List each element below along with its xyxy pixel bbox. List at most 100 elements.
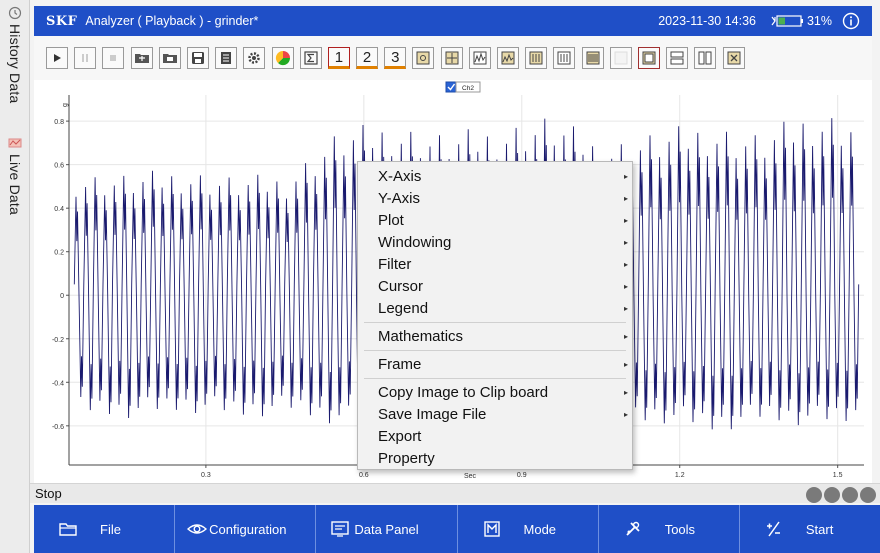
- menu-item-y-axis[interactable]: Y-Axis ▸: [358, 188, 632, 210]
- nav-start[interactable]: Start: [740, 505, 880, 553]
- save-button[interactable]: [186, 47, 209, 69]
- nav-tools[interactable]: Tools: [599, 505, 740, 553]
- nav-configuration-label: Configuration: [209, 521, 287, 537]
- menu-item-label: Property: [378, 450, 435, 467]
- menu-item-copy-image-to-clip-board[interactable]: Copy Image to Clip board ▸: [358, 382, 632, 404]
- tab-history-data[interactable]: History Data: [0, 0, 30, 130]
- menu-item-label: Frame: [378, 356, 422, 373]
- chart-legend[interactable]: Ch2: [445, 81, 481, 93]
- y-tick-label: 0.4: [54, 206, 64, 213]
- menu-item-windowing[interactable]: Windowing ▸: [358, 232, 632, 254]
- y-tick-label: 0.6: [54, 163, 64, 170]
- cursor-icon: [445, 51, 459, 65]
- spectrum2-icon: [501, 51, 515, 65]
- menu-item-label: Cursor: [378, 278, 424, 295]
- menu-item-label: X-Axis: [378, 168, 422, 185]
- menu-separator: [364, 322, 626, 323]
- nav-file-label: File: [100, 521, 121, 537]
- layout-3-button[interactable]: 3: [384, 47, 407, 69]
- blank-button[interactable]: [609, 47, 632, 69]
- layout-button[interactable]: [637, 47, 660, 69]
- status-bar: Stop: [30, 483, 880, 503]
- spectrum-button[interactable]: [468, 47, 491, 69]
- battery-indicator: 31%: [770, 14, 832, 28]
- menu-item-filter[interactable]: Filter ▸: [358, 254, 632, 276]
- status-indicator-1: [806, 487, 822, 503]
- sigma-button[interactable]: [299, 47, 322, 69]
- x-tick-label: 0.6: [359, 472, 369, 479]
- close-chart-button[interactable]: [722, 47, 745, 69]
- start-icon: [764, 519, 784, 539]
- gear-icon: [248, 52, 261, 64]
- status-indicator-3: [842, 487, 858, 503]
- menu-item-x-axis[interactable]: X-Axis ▸: [358, 166, 632, 188]
- menu-item-label: Filter: [378, 256, 412, 273]
- x-tick-label: 1.2: [675, 472, 685, 479]
- spectrum2-button[interactable]: [497, 47, 519, 69]
- nav-file[interactable]: File: [34, 505, 176, 553]
- play-button[interactable]: [46, 47, 68, 69]
- menu-item-label: Copy Image to Clip board: [378, 384, 549, 401]
- open-folder-button[interactable]: [130, 47, 153, 69]
- submenu-arrow-icon: ▸: [623, 410, 628, 419]
- menu-item-label: Legend: [378, 300, 429, 317]
- menu-separator: [364, 350, 626, 351]
- bars2-button[interactable]: [553, 47, 576, 69]
- menu-item-mathematics[interactable]: Mathematics ▸: [358, 326, 632, 348]
- info-icon[interactable]: [842, 12, 860, 30]
- nav-tools-label: Tools: [664, 521, 696, 537]
- menu-item-frame[interactable]: Frame ▸: [358, 354, 632, 376]
- submenu-arrow-icon: ▸: [623, 360, 628, 369]
- bars-button[interactable]: [525, 47, 548, 69]
- menu-item-property[interactable]: Property: [358, 448, 632, 470]
- menu-item-label: Windowing: [378, 234, 452, 251]
- x-tick-label: 0.9: [517, 472, 527, 479]
- blank-icon: [614, 51, 628, 65]
- battery-percent: 31%: [806, 14, 832, 28]
- menu-item-cursor[interactable]: Cursor ▸: [358, 276, 632, 298]
- x-tick-label: 0.3: [201, 472, 211, 479]
- brand-logo: SKF: [46, 13, 78, 29]
- menu-item-export[interactable]: Export: [358, 426, 632, 448]
- menu-item-legend[interactable]: Legend ▸: [358, 298, 632, 320]
- bars3-button[interactable]: [581, 47, 604, 69]
- submenu-arrow-icon: ▸: [623, 238, 628, 247]
- color-button[interactable]: [271, 47, 294, 69]
- menu-item-label: Mathematics: [378, 328, 464, 345]
- y-tick-label: 0: [60, 293, 64, 300]
- sigma-icon: [304, 51, 318, 65]
- title-bar: SKF Analyzer ( Playback ) - grinder* 202…: [34, 6, 872, 36]
- bars-icon: [529, 51, 543, 65]
- play-icon: [54, 54, 61, 62]
- settings-button[interactable]: [243, 47, 266, 69]
- battery-icon: [771, 15, 803, 27]
- layout-2-button[interactable]: 2: [356, 47, 379, 69]
- menu-item-plot[interactable]: Plot ▸: [358, 210, 632, 232]
- status-indicator-2: [824, 487, 840, 503]
- folder-button[interactable]: [158, 47, 181, 69]
- menu-item-save-image-file[interactable]: Save Image File ▸: [358, 404, 632, 426]
- layout-1-button[interactable]: 1: [327, 47, 350, 69]
- cursor-button[interactable]: [440, 47, 463, 69]
- context-menu: X-Axis ▸ Y-Axis ▸ Plot ▸ Windowing ▸ Filter ▸ Curs…: [357, 161, 633, 470]
- document-button[interactable]: [215, 47, 238, 69]
- nav-configuration[interactable]: Configuration: [175, 505, 317, 553]
- pause-button[interactable]: [74, 47, 97, 69]
- x-axis-label: Sec: [464, 473, 477, 480]
- zoom-button[interactable]: [412, 47, 435, 69]
- tab-history-label: History Data: [7, 24, 23, 104]
- menu-item-label: Plot: [378, 212, 404, 229]
- tab-live-data[interactable]: Live Data: [0, 130, 30, 230]
- mode-icon: [482, 519, 502, 539]
- rows-button[interactable]: [666, 47, 689, 69]
- y-tick-label: 0.2: [54, 250, 64, 257]
- stop-button[interactable]: [102, 47, 125, 69]
- nav-data-panel-label: Data Panel: [354, 521, 419, 537]
- nav-mode[interactable]: Mode: [458, 505, 599, 553]
- columns-button[interactable]: [694, 47, 717, 69]
- tools-icon: [623, 519, 643, 539]
- folder-open-icon: [134, 54, 149, 63]
- nav-data-panel[interactable]: Data Panel: [316, 505, 458, 553]
- nav-mode-label: Mode: [523, 521, 557, 537]
- columns-icon: [698, 51, 712, 65]
